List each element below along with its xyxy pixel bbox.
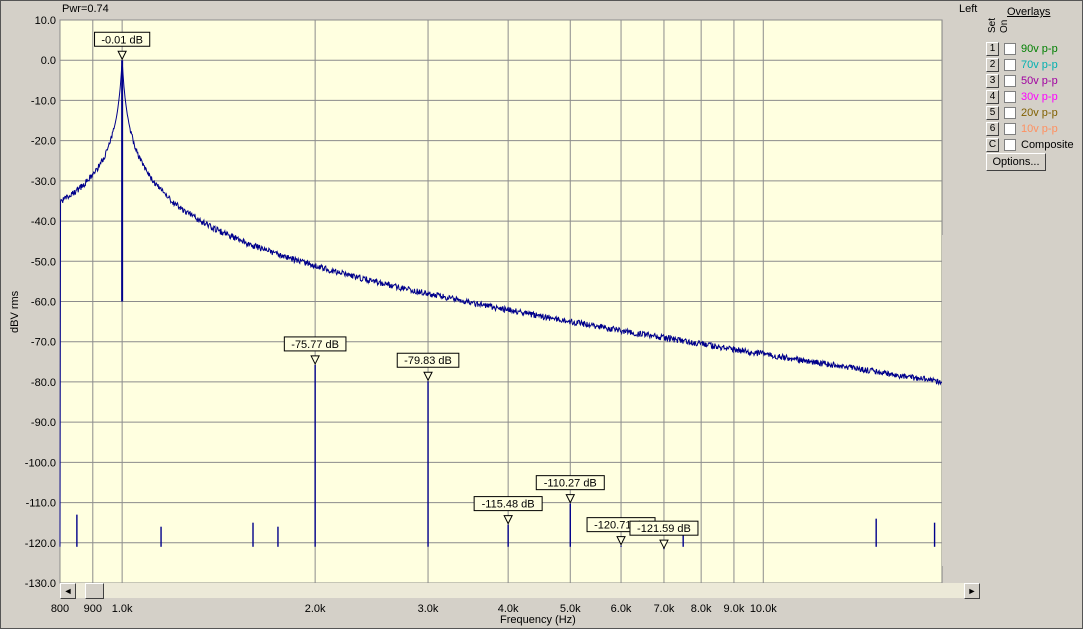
overlays-panel: Set On Overlays 1 90v p-p 2 70v p-p 3 50v p-p… — [984, 0, 1083, 180]
horizontal-scrollbar[interactable]: ◄ ► — [60, 583, 980, 599]
x-tick-labels: 800 900 1.0k 2.0k 3.0k 4.0k 5.0k 6.0k 7.0k 8.0k 9.… — [51, 603, 777, 615]
peak-label: -115.48 dB — [482, 499, 535, 511]
overlay-on-checkbox[interactable] — [1004, 107, 1016, 119]
overlay-label: 70v p-p — [1021, 59, 1058, 71]
y-tick-label: -40.0 — [31, 216, 56, 228]
overlay-on-checkbox[interactable] — [1004, 91, 1016, 103]
overlay-set-button[interactable]: 6 — [986, 122, 999, 136]
overlay-label: 50v p-p — [1021, 75, 1058, 87]
y-tick-label: -100.0 — [25, 457, 56, 469]
peak-label: -121.59 dB — [637, 523, 691, 535]
x-tick-label: 900 — [84, 603, 102, 615]
overlay-set-button[interactable]: 4 — [986, 90, 999, 104]
set-column-label: Set — [987, 17, 998, 33]
x-tick-label: 6.0k — [611, 603, 632, 615]
overlay-on-checkbox[interactable] — [1004, 75, 1016, 87]
y-tick-label: -70.0 — [31, 337, 56, 349]
y-tick-label: -60.0 — [31, 297, 56, 309]
x-tick-label: 9.0k — [724, 603, 745, 615]
overlay-label: 20v p-p — [1021, 107, 1058, 119]
y-tick-label: -80.0 — [31, 377, 56, 389]
y-tick-label: 10.0 — [35, 15, 56, 27]
y-tick-label: -50.0 — [31, 256, 56, 268]
y-tick-label: -130.0 — [25, 578, 56, 590]
overlay-row-3: 3 50v p-p — [986, 74, 1058, 88]
overlays-title[interactable]: Overlays — [1007, 6, 1050, 18]
y-tick-label: -10.0 — [31, 95, 56, 107]
peak-label: -79.83 dB — [404, 355, 452, 367]
overlay-row-5: 5 20v p-p — [986, 106, 1058, 120]
overlay-set-button[interactable]: C — [986, 138, 999, 152]
y-tick-label: -120.0 — [25, 538, 56, 550]
peak-label: -75.77 dB — [291, 339, 339, 351]
overlay-row-2: 2 70v p-p — [986, 58, 1058, 72]
x-tick-label: 10.0k — [750, 603, 777, 615]
overlay-set-button[interactable]: 1 — [986, 42, 999, 56]
y-tick-label: -110.0 — [26, 498, 56, 510]
x-tick-label: 1.0k — [112, 603, 133, 615]
overlay-row-6: 6 10v p-p — [986, 122, 1058, 136]
scroll-left-button[interactable]: ◄ — [60, 583, 76, 599]
overlay-on-checkbox[interactable] — [1004, 139, 1016, 151]
overlay-label: 90v p-p — [1021, 43, 1058, 55]
y-tick-label: -90.0 — [31, 417, 56, 429]
y-tick-label: -30.0 — [31, 176, 56, 188]
scroll-thumb[interactable] — [85, 583, 104, 599]
overlay-set-button[interactable]: 2 — [986, 58, 999, 72]
y-tick-label: -20.0 — [31, 136, 56, 148]
overlay-on-checkbox[interactable] — [1004, 123, 1016, 135]
overlay-row-C: C Composite — [986, 138, 1074, 152]
y-tick-label: 0.0 — [41, 55, 56, 67]
options-button[interactable]: Options... — [986, 153, 1046, 171]
overlay-row-4: 4 30v p-p — [986, 90, 1058, 104]
overlay-label: Composite — [1021, 139, 1074, 151]
overlay-on-checkbox[interactable] — [1004, 43, 1016, 55]
overlay-label: 30v p-p — [1021, 91, 1058, 103]
x-tick-label: 2.0k — [305, 603, 326, 615]
peak-label: -110.27 dB — [544, 478, 597, 490]
on-column-label: On — [999, 19, 1010, 33]
y-tick-labels: 10.0 0.0 -10.0 -20.0 -30.0 -40.0 -50.0 -60.0 -70… — [25, 15, 56, 590]
peak-label: -0.01 dB — [101, 34, 143, 46]
overlay-set-button[interactable]: 5 — [986, 106, 999, 120]
spectrum-chart: 10.0 0.0 -10.0 -20.0 -30.0 -40.0 -50.0 -60.0 -70… — [25, 15, 943, 615]
scroll-right-button[interactable]: ► — [964, 583, 980, 599]
overlay-set-button[interactable]: 3 — [986, 74, 999, 88]
overlay-on-checkbox[interactable] — [1004, 59, 1016, 71]
x-tick-label: 8.0k — [691, 603, 712, 615]
x-tick-label: 7.0k — [654, 603, 675, 615]
y-axis-label: dBV rms — [9, 290, 21, 333]
right-panel-strip — [942, 235, 982, 566]
x-tick-label: 800 — [51, 603, 69, 615]
overlay-row-1: 1 90v p-p — [986, 42, 1058, 56]
overlay-label: 10v p-p — [1021, 123, 1058, 135]
x-tick-label: 3.0k — [418, 603, 439, 615]
x-axis-label: Frequency (Hz) — [500, 614, 576, 626]
